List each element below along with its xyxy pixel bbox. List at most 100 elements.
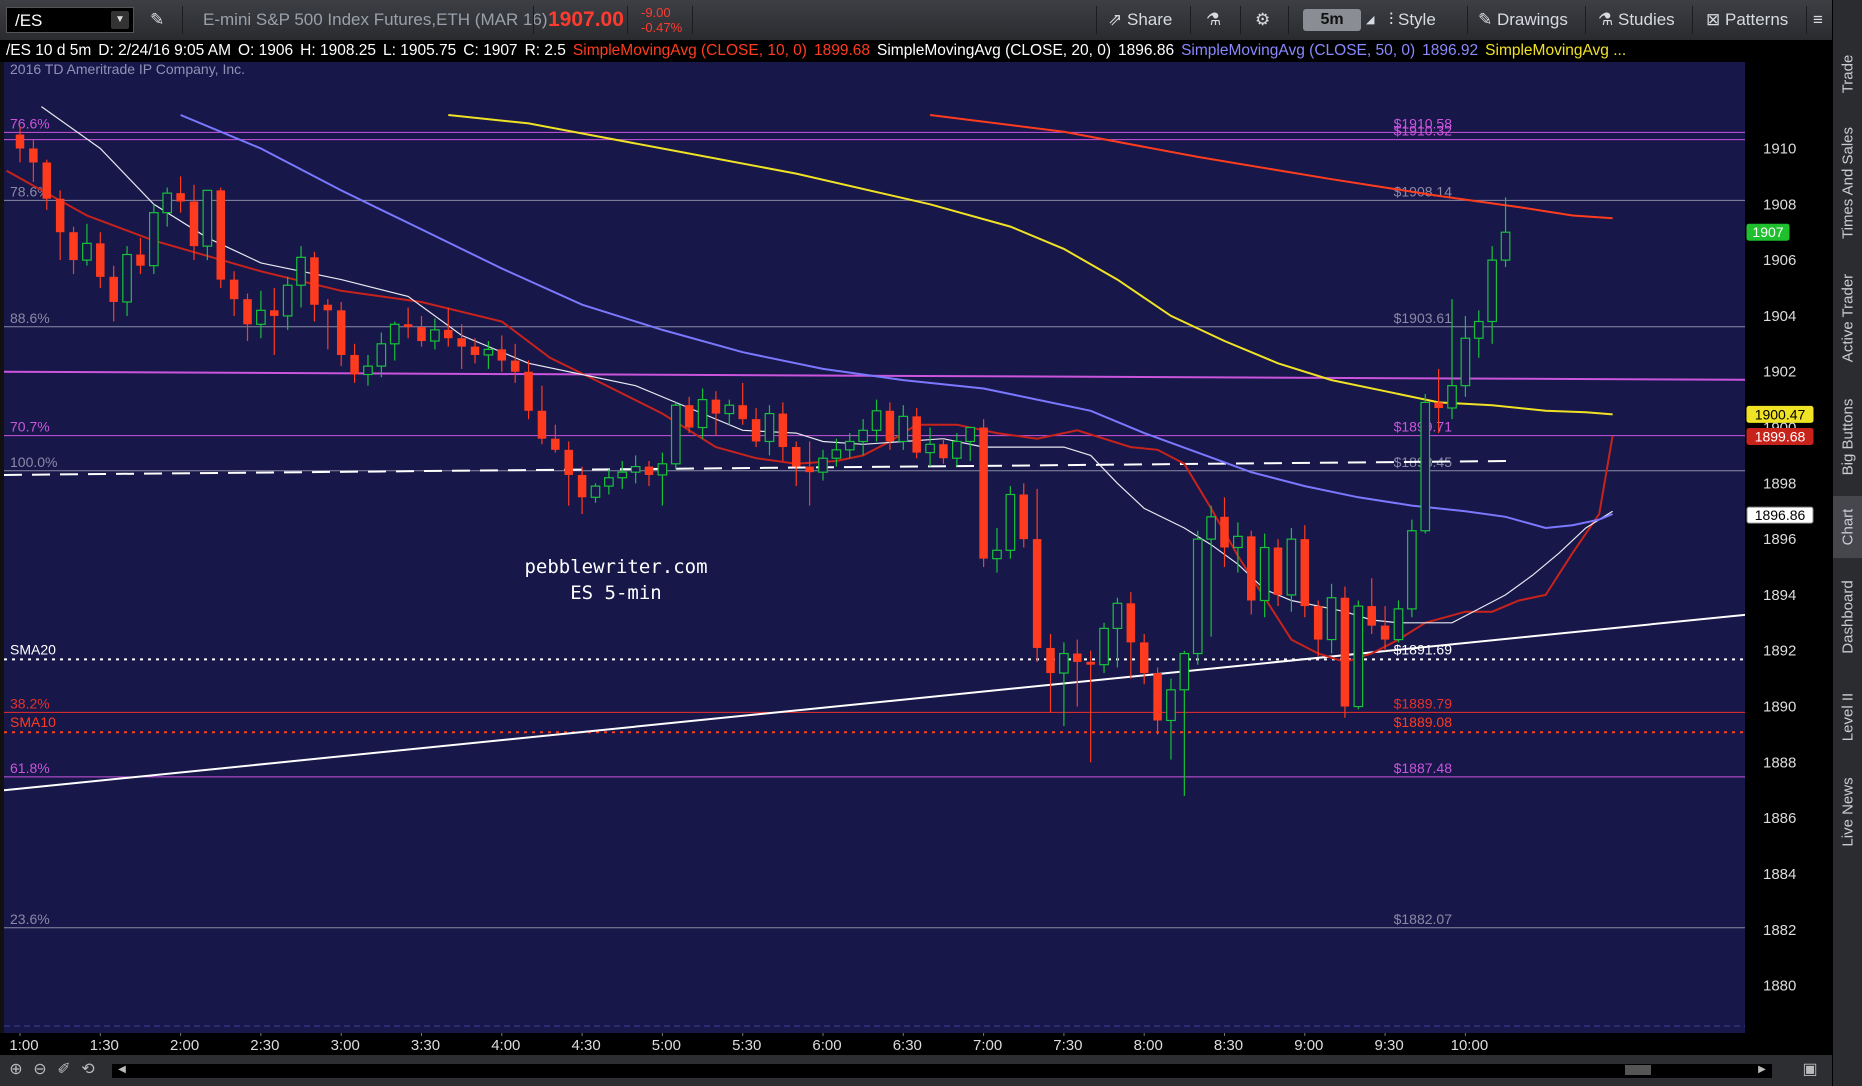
tab-chart[interactable]: Chart — [1833, 496, 1862, 558]
candle-body — [82, 242, 92, 261]
chart-plot-area[interactable]: 76.6% $1910.58 $1910.32 78.6% $1908.14 88.6% $… — [3, 61, 1805, 1033]
drawings-button[interactable]: ✎ Drawings — [1478, 0, 1568, 40]
price-tick-label: 1882 — [1763, 922, 1796, 939]
chevron-down-icon[interactable]: ▼ — [111, 11, 129, 29]
candle-body — [644, 466, 654, 475]
fib-level-right-label: $1903.61 — [1394, 310, 1453, 326]
bar-range: R: 2.5 — [524, 42, 566, 59]
candle-body — [403, 324, 413, 328]
zoom-out-icon[interactable]: ⊖ — [30, 1060, 50, 1080]
style-icon: ⫶ — [1389, 10, 1394, 29]
candle-body — [350, 354, 359, 375]
scroll-right-icon[interactable]: ▶ — [1752, 1060, 1772, 1080]
tab-times-and-sales[interactable]: Times And Sales — [1833, 112, 1862, 254]
time-tick-label: 9:00 — [1294, 1037, 1323, 1054]
candle-body — [1073, 653, 1082, 662]
gear-icon[interactable]: ⚙ — [1255, 0, 1270, 40]
sma-level-left-label: SMA20 — [10, 641, 56, 657]
candle-body — [630, 465, 641, 473]
candle-body — [858, 429, 869, 443]
study-info-bar: /ES 10 d 5m D: 2/24/16 9:05 AM O: 1906 H: 1… — [0, 40, 1745, 62]
fib-level-right-label: $1882.07 — [1394, 911, 1453, 927]
bottom-bar: ⊕ ⊖ ✐ ⟲ ◀ ▶ ▣ — [0, 1055, 1832, 1086]
link-icon[interactable]: ✎ — [150, 0, 164, 40]
fib-level-right-label: $1910.32 — [1394, 123, 1453, 139]
tab-big-buttons[interactable]: Big Buttons — [1833, 382, 1862, 492]
divider — [1585, 6, 1586, 34]
divider — [1190, 6, 1191, 34]
flask-icon[interactable]: ⚗ — [1206, 0, 1221, 40]
collapse-icon[interactable]: ≡ — [1813, 0, 1823, 40]
candle-body — [1220, 516, 1229, 548]
candle-body — [310, 257, 319, 305]
zoom-in-icon[interactable]: ⊕ — [6, 1060, 26, 1080]
horizontal-scrollbar[interactable] — [112, 1064, 1772, 1078]
scroll-thumb[interactable] — [1625, 1065, 1651, 1075]
candle-body — [1273, 547, 1283, 595]
time-axis[interactable]: 1:00 1:30 2:00 2:30 3:00 3:30 4:00 4:30 5:00 5:30… — [0, 1033, 1745, 1055]
price-tick-label: 1886 — [1763, 810, 1796, 827]
candle-body — [162, 192, 173, 214]
candle-body — [202, 189, 213, 247]
pencil-icon: ✎ — [1478, 10, 1493, 29]
candles — [15, 126, 1511, 796]
fib-level-left-label: 61.8% — [10, 760, 50, 776]
symbol-text: /ES — [15, 11, 43, 30]
draw-pencil-icon[interactable]: ✐ — [54, 1060, 74, 1080]
candle-body — [1326, 597, 1337, 641]
time-tick-label: 1:30 — [90, 1037, 119, 1054]
candle-body — [697, 399, 708, 429]
sma-line — [41, 106, 1613, 624]
drawings-label: Drawings — [1496, 10, 1568, 29]
tab-dashboard[interactable]: Dashboard — [1833, 562, 1862, 672]
studies-button[interactable]: ⚗ Studies — [1598, 0, 1675, 40]
fib-levels: 76.6% $1910.58$1910.3278.6% $1908.1488.6% $… — [4, 115, 1745, 929]
style-button[interactable]: ⫶ Style — [1389, 0, 1436, 40]
candle-body — [564, 449, 573, 475]
candle-body — [1046, 647, 1055, 674]
price-chart[interactable]: 76.6% $1910.58$1910.3278.6% $1908.1488.6% $… — [3, 61, 1805, 1033]
time-tick-label: 2:00 — [170, 1037, 199, 1054]
fib-level-left-label: 38.2% — [10, 695, 50, 711]
candle-body — [15, 134, 25, 149]
candle-body — [1206, 516, 1216, 540]
tab-level-ii[interactable]: Level II — [1833, 676, 1862, 758]
fib-level-left-label: 23.6% — [10, 911, 50, 927]
tab-label: Times And Sales — [1839, 127, 1857, 239]
candle-body — [1367, 606, 1376, 626]
timeframe-dropdown-icon[interactable]: ◢ — [1366, 0, 1374, 40]
reset-icon[interactable]: ⟲ — [78, 1060, 98, 1080]
candle-body — [537, 410, 547, 439]
bar-open: O: 1906 — [238, 42, 294, 59]
candle-body — [497, 349, 507, 361]
sma50-label[interactable]: SimpleMovingAvg (CLOSE, 50, 0) — [1181, 42, 1415, 59]
scroll-left-icon[interactable]: ◀ — [112, 1060, 132, 1080]
price-tick-label: 1906 — [1763, 252, 1796, 269]
time-tick-label: 5:00 — [652, 1037, 681, 1054]
panel-toggle-icon[interactable]: ▣ — [1800, 1060, 1820, 1080]
candle-body — [925, 443, 935, 454]
tab-trade[interactable]: Trade — [1833, 40, 1862, 108]
price-axis[interactable]: 1880 1882 1884 1886 1888 1890 1892 1894 1896 1898… — [1745, 40, 1832, 1055]
sma10-label[interactable]: SimpleMovingAvg (CLOSE, 10, 0) — [573, 42, 807, 59]
timeframe-button[interactable]: 5m — [1303, 9, 1361, 31]
tab-active-trader[interactable]: Active Trader — [1833, 258, 1862, 378]
sma-line — [929, 114, 1613, 220]
candle-body — [551, 438, 560, 450]
candle-body — [136, 254, 145, 266]
candle-body — [243, 299, 252, 325]
patterns-button[interactable]: ⊠ Patterns — [1706, 0, 1788, 40]
sma200-label[interactable]: SimpleMovingAvg ... — [1485, 42, 1626, 59]
symbol-input[interactable]: /ES ▼ — [6, 7, 134, 33]
candle-body — [55, 198, 65, 233]
time-tick-label: 9:30 — [1374, 1037, 1403, 1054]
candle-body — [1019, 494, 1028, 540]
candle-body — [323, 304, 333, 311]
fib-level-right-label: $1889.79 — [1394, 695, 1453, 711]
tab-live-news[interactable]: Live News — [1833, 762, 1862, 862]
candle-body — [764, 412, 775, 443]
time-tick-label: 6:30 — [893, 1037, 922, 1054]
sma20-label[interactable]: SimpleMovingAvg (CLOSE, 20, 0) — [877, 42, 1111, 59]
candle-body — [831, 449, 842, 459]
share-button[interactable]: ⇗ Share — [1108, 0, 1172, 40]
